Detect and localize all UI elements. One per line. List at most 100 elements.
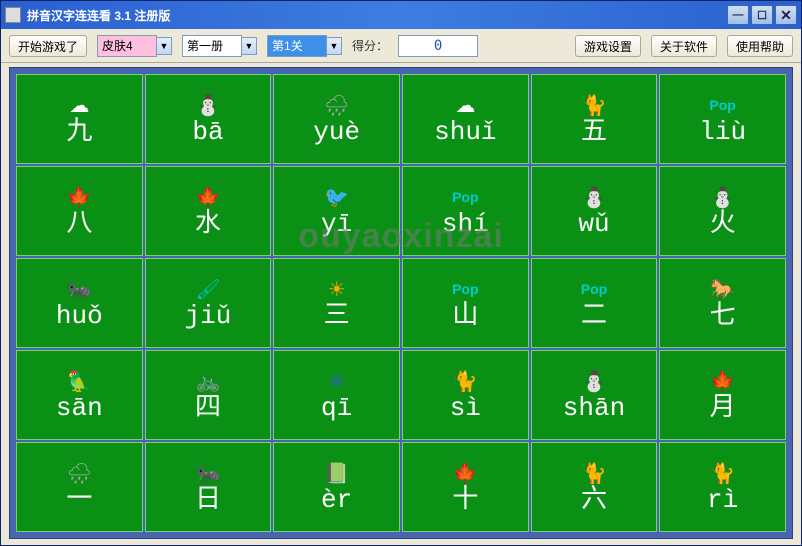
game-tile[interactable]: 🌧一: [16, 442, 143, 532]
app-window: 拼音汉字连连看 3.1 注册版 — ☐ ✕ 开始游戏了 皮肤4 ▼ 第一册 ▼ …: [0, 0, 802, 546]
level-select-value[interactable]: 第1关: [267, 35, 327, 57]
skin-select-value[interactable]: 皮肤4: [97, 35, 157, 57]
score-label: 得分：: [352, 37, 388, 54]
tile-text: 山: [452, 303, 478, 329]
tile-icon: 🚲: [193, 369, 223, 393]
game-tile[interactable]: 🐈五: [531, 74, 658, 164]
game-tile[interactable]: 🐎七: [659, 258, 786, 348]
tile-text: 九: [66, 119, 92, 145]
tile-icon: 🍁: [64, 185, 94, 209]
game-tile[interactable]: 🍁十: [402, 442, 529, 532]
tile-text: yī: [321, 211, 352, 237]
tile-icon: 🐦: [322, 185, 352, 209]
game-tile[interactable]: 🌧yuè: [273, 74, 400, 164]
tile-icon: 🦜: [64, 369, 94, 393]
tile-text: 日: [195, 487, 221, 513]
game-tile[interactable]: 🐈六: [531, 442, 658, 532]
tile-icon: 🐈: [708, 461, 738, 485]
tile-text: 水: [195, 211, 221, 237]
app-icon: [5, 7, 21, 23]
game-tile[interactable]: ⛄bā: [145, 74, 272, 164]
game-tile[interactable]: ☀三: [273, 258, 400, 348]
tile-text: sì: [450, 395, 481, 421]
window-title: 拼音汉字连连看 3.1 注册版: [27, 7, 727, 24]
game-tile[interactable]: ☁九: [16, 74, 143, 164]
chevron-down-icon[interactable]: ▼: [241, 37, 257, 55]
tile-text: 三: [324, 303, 350, 329]
tile-text: bā: [192, 119, 223, 145]
skin-select[interactable]: 皮肤4 ▼: [97, 35, 172, 57]
tile-icon: 🍁: [708, 369, 738, 393]
tile-text: jiǔ: [185, 303, 232, 329]
tile-text: 六: [581, 487, 607, 513]
game-tile[interactable]: ⚛qī: [273, 350, 400, 440]
tile-text: 八: [66, 211, 92, 237]
tile-icon: Pop: [708, 93, 738, 117]
tile-text: liù: [699, 119, 746, 145]
tile-text: 五: [581, 119, 607, 145]
score-value: 0: [398, 35, 478, 57]
game-tile[interactable]: ⛄火: [659, 166, 786, 256]
tile-icon: ☀: [322, 277, 352, 301]
tile-icon: ⛄: [579, 185, 609, 209]
game-tile[interactable]: 🍁水: [145, 166, 272, 256]
game-tile[interactable]: 🍁八: [16, 166, 143, 256]
tile-text: shān: [563, 395, 625, 421]
titlebar: 拼音汉字连连看 3.1 注册版 — ☐ ✕: [1, 1, 801, 29]
tile-icon: 🌧: [64, 461, 94, 485]
game-tile[interactable]: 🍁月: [659, 350, 786, 440]
game-tile[interactable]: 🐦yī: [273, 166, 400, 256]
close-button[interactable]: ✕: [775, 5, 797, 25]
tile-text: 月: [710, 395, 736, 421]
tile-icon: 🌧: [322, 93, 352, 117]
tile-icon: 🐈: [579, 93, 609, 117]
tile-icon: 🐜: [193, 461, 223, 485]
tile-text: 一: [66, 487, 92, 513]
tile-icon: 📗: [322, 461, 352, 485]
game-tile[interactable]: 🖌jiǔ: [145, 258, 272, 348]
settings-button[interactable]: 游戏设置: [575, 35, 641, 57]
maximize-button[interactable]: ☐: [751, 5, 773, 25]
start-game-button[interactable]: 开始游戏了: [9, 35, 87, 57]
minimize-button[interactable]: —: [727, 5, 749, 25]
game-tile[interactable]: 📗èr: [273, 442, 400, 532]
window-controls: — ☐ ✕: [727, 5, 797, 25]
tile-icon: ⛄: [579, 369, 609, 393]
game-tile[interactable]: Pop二: [531, 258, 658, 348]
tile-icon: ☁: [64, 93, 94, 117]
tile-grid: ouyaoxinzai ☁九⛄bā🌧yuè☁shuǐ🐈五Popliù🍁八🍁水🐦y…: [16, 74, 786, 532]
tile-icon: ⛄: [708, 185, 738, 209]
volume-select[interactable]: 第一册 ▼: [182, 35, 257, 57]
game-tile[interactable]: 🐜日: [145, 442, 272, 532]
game-tile[interactable]: 🐈sì: [402, 350, 529, 440]
tile-text: sān: [56, 395, 103, 421]
tile-icon: 🐜: [64, 277, 94, 301]
tile-text: 四: [195, 395, 221, 421]
game-tile[interactable]: ⛄shān: [531, 350, 658, 440]
level-select[interactable]: 第1关 ▼: [267, 35, 342, 57]
tile-icon: Pop: [579, 277, 609, 301]
tile-text: huǒ: [56, 303, 103, 329]
game-tile[interactable]: 🦜sān: [16, 350, 143, 440]
game-tile[interactable]: Pop山: [402, 258, 529, 348]
game-tile[interactable]: 🚲四: [145, 350, 272, 440]
tile-text: shuǐ: [434, 119, 496, 145]
toolbar: 开始游戏了 皮肤4 ▼ 第一册 ▼ 第1关 ▼ 得分： 0 游戏设置 关于软件 …: [1, 29, 801, 63]
game-tile[interactable]: ☁shuǐ: [402, 74, 529, 164]
game-tile[interactable]: ⛄wǔ: [531, 166, 658, 256]
help-button[interactable]: 使用帮助: [727, 35, 793, 57]
tile-icon: Pop: [450, 277, 480, 301]
tile-text: 二: [581, 303, 607, 329]
game-board: ouyaoxinzai ☁九⛄bā🌧yuè☁shuǐ🐈五Popliù🍁八🍁水🐦y…: [9, 67, 793, 539]
tile-text: 火: [710, 211, 736, 237]
tile-icon: 🐈: [450, 369, 480, 393]
game-tile[interactable]: 🐜huǒ: [16, 258, 143, 348]
game-tile[interactable]: 🐈rì: [659, 442, 786, 532]
about-button[interactable]: 关于软件: [651, 35, 717, 57]
chevron-down-icon[interactable]: ▼: [156, 37, 172, 55]
chevron-down-icon[interactable]: ▼: [326, 37, 342, 55]
volume-select-value[interactable]: 第一册: [182, 35, 242, 57]
game-tile[interactable]: Popliù: [659, 74, 786, 164]
tile-text: wǔ: [578, 211, 609, 237]
game-tile[interactable]: Popshí: [402, 166, 529, 256]
